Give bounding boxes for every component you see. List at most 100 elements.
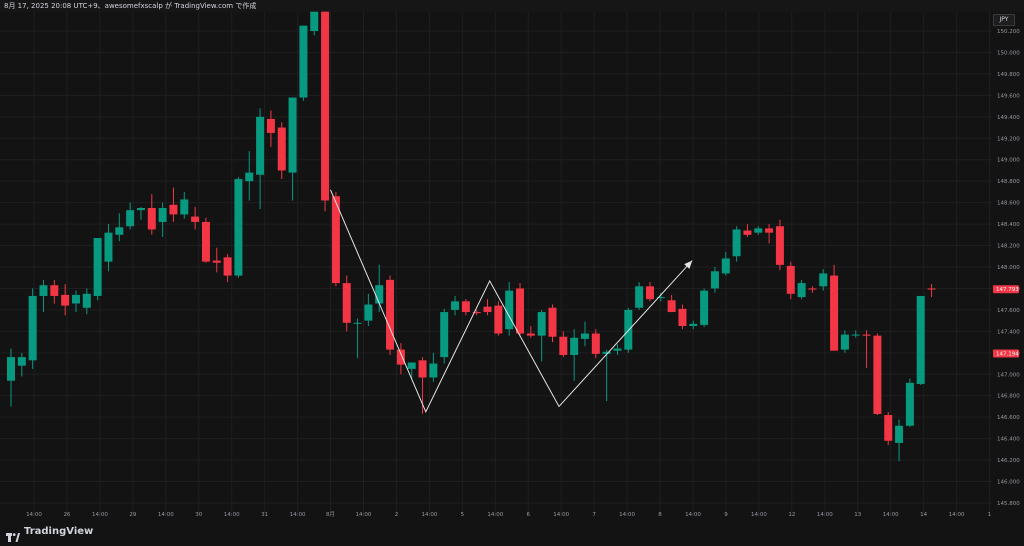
price-tick-label: 146.800 <box>997 394 1020 400</box>
candle-body <box>245 172 254 182</box>
candle-body <box>201 221 210 262</box>
candle-body <box>136 208 145 211</box>
price-tag-label: 147.793 <box>996 287 1019 293</box>
time-tick-label: 14:00 <box>92 512 108 518</box>
candle-body <box>61 294 70 306</box>
price-tick-label: 145.800 <box>997 501 1020 507</box>
price-tick-label: 148.400 <box>997 222 1020 228</box>
candle-body <box>862 334 871 336</box>
candle-body <box>895 425 904 443</box>
candle-body <box>28 295 37 361</box>
candle-body <box>537 312 546 336</box>
price-tick-label: 147.600 <box>997 308 1020 314</box>
time-tick-label: 2 <box>395 512 399 518</box>
candle-body <box>39 285 48 296</box>
candle-body <box>451 301 460 310</box>
price-tick-label: 149.000 <box>997 158 1020 164</box>
candle-body <box>71 294 80 304</box>
candle-body <box>927 288 936 290</box>
time-tick-label: 13 <box>854 512 861 518</box>
price-tick-label: 147.400 <box>997 329 1020 335</box>
candle-body <box>256 116 265 175</box>
price-tick-label: 146.400 <box>997 437 1020 443</box>
time-tick-label: 14 <box>920 512 927 518</box>
candle-body <box>526 333 535 336</box>
tradingview-logo[interactable]: TradingView <box>6 526 94 542</box>
time-tick-label: 14:00 <box>619 512 635 518</box>
candle-body <box>147 208 156 230</box>
tradingview-logo-text: TradingView <box>24 526 94 537</box>
time-tick-label: 14:00 <box>26 512 42 518</box>
candle-body <box>591 333 600 354</box>
time-tick-label: 29 <box>129 512 136 518</box>
price-tag-label: 147.194 <box>996 351 1019 357</box>
candle-body <box>299 25 308 98</box>
footer-bar <box>0 524 1024 545</box>
candle-body <box>396 349 405 365</box>
candle-body <box>797 283 806 298</box>
candle-body <box>548 307 557 337</box>
candle-body <box>353 322 362 324</box>
candle-body <box>624 309 633 350</box>
candle-body <box>721 258 730 274</box>
price-tick-label: 149.600 <box>997 93 1020 99</box>
candle-body <box>754 228 763 233</box>
currency-label[interactable]: JPY <box>993 14 1015 26</box>
time-tick-label: 6 <box>527 512 531 518</box>
candle-body <box>93 238 102 296</box>
time-tick-label: 14:00 <box>949 512 965 518</box>
candle-body <box>375 285 384 304</box>
time-tick-label: 14:00 <box>421 512 437 518</box>
candle-body <box>840 334 849 350</box>
candle-body <box>321 11 330 201</box>
candle-body <box>775 226 784 265</box>
candle-body <box>494 305 503 334</box>
candle-body <box>786 265 795 294</box>
candle-body <box>266 118 275 133</box>
candle-body <box>407 362 416 369</box>
time-tick-label: 26 <box>63 512 70 518</box>
time-tick-label: 14:00 <box>224 512 240 518</box>
candle-body <box>570 337 579 355</box>
time-tick-label: 31 <box>261 512 268 518</box>
time-tick-label: 8月 <box>326 511 335 518</box>
time-tick-label: 14:00 <box>158 512 174 518</box>
candle-body <box>830 275 839 351</box>
time-tick-label: 14:00 <box>553 512 569 518</box>
time-tick-label: 14:00 <box>817 512 833 518</box>
chart-grid <box>0 12 992 515</box>
candle-body <box>635 286 644 308</box>
candle-body <box>645 286 654 300</box>
candle-body <box>613 348 622 351</box>
price-axis: 150.200 150.000 149.800 149.600 149.400 149.2… <box>992 12 1024 524</box>
time-tick-label: 14:00 <box>487 512 503 518</box>
time-tick-label: 8 <box>658 512 662 518</box>
price-tick-label: 147.000 <box>997 372 1020 378</box>
time-tick-label: 14:00 <box>290 512 306 518</box>
price-tick-label: 148.800 <box>997 179 1020 185</box>
candle-body <box>743 230 752 235</box>
candle-body <box>689 323 698 326</box>
time-tick-label: 12 <box>788 512 795 518</box>
candle-body <box>364 304 373 321</box>
candle-body <box>710 271 719 289</box>
candle-body <box>342 283 351 323</box>
candle-body <box>700 290 709 325</box>
price-tick-label: 148.600 <box>997 201 1020 207</box>
candle-body <box>678 308 687 326</box>
price-tick-label: 149.800 <box>997 72 1020 78</box>
candle-body <box>505 290 514 330</box>
candle-body <box>429 363 438 378</box>
time-tick-label: 14:00 <box>883 512 899 518</box>
candle-body <box>732 229 741 257</box>
time-tick-label: 14:00 <box>356 512 372 518</box>
candle-body <box>559 336 568 355</box>
candlestick-chart[interactable]: 150.200 150.000 149.800 149.600 149.400 149.2… <box>0 0 1024 545</box>
candle-body <box>180 199 189 215</box>
candle-body <box>765 228 774 233</box>
candle-body <box>234 179 243 276</box>
candle-body <box>126 210 135 227</box>
candle-body <box>461 301 470 313</box>
price-tick-label: 146.600 <box>997 415 1020 421</box>
candle-body <box>169 204 178 215</box>
